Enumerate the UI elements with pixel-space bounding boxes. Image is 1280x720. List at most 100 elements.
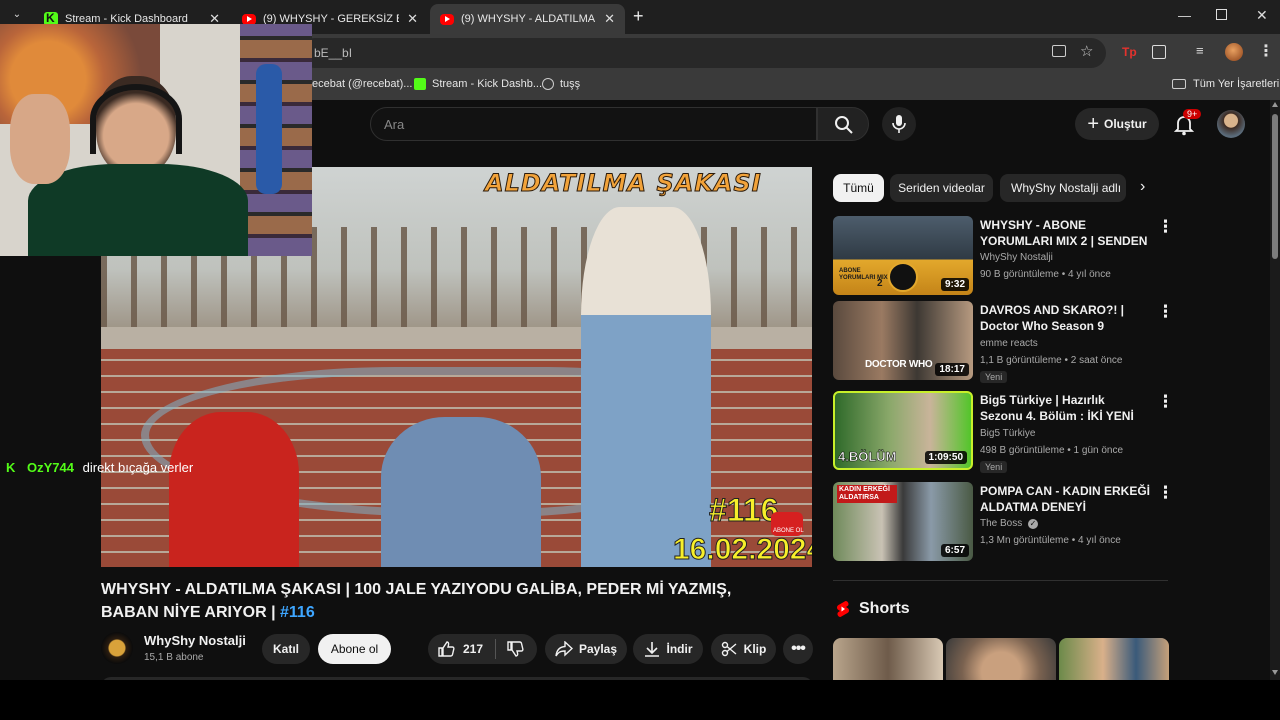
create-label: Oluştur <box>1104 117 1147 131</box>
install-app-icon[interactable] <box>1052 45 1066 57</box>
dislike-button[interactable] <box>506 640 524 658</box>
webcam-overlay <box>0 24 312 256</box>
thumbs-down-icon <box>507 641 524 657</box>
new-tab-button[interactable]: + <box>633 6 644 27</box>
recommendation-title[interactable]: WHYSHY - ABONE YORUMLARI MIX 2 | SENDEN … <box>980 217 1150 249</box>
omnibox[interactable]: bE__bI ☆ <box>300 38 1106 68</box>
short-thumbnail[interactable] <box>833 638 943 680</box>
maximize-button[interactable] <box>1216 9 1227 20</box>
kick-icon <box>414 78 426 90</box>
share-button[interactable]: Paylaş <box>545 634 627 664</box>
more-actions-button[interactable]: ••• <box>783 634 813 664</box>
new-badge: Yeni <box>980 461 1008 473</box>
download-button[interactable]: İndir <box>633 634 703 664</box>
search-placeholder: Ara <box>384 117 405 132</box>
page-scrollbar[interactable] <box>1270 100 1280 680</box>
extension-tp-icon[interactable]: Tp <box>1122 45 1137 59</box>
short-thumbnail[interactable] <box>1059 638 1169 680</box>
subscribe-button[interactable]: Abone ol <box>318 634 391 664</box>
bookmark-label: ecebat (@recebat)... <box>312 78 413 90</box>
recommendation-channel[interactable]: Big5 Türkiye <box>980 426 1035 442</box>
video-duration: 9:32 <box>940 278 969 291</box>
recommendation-title[interactable]: DAVROS AND SKARO?! | Doctor Who Season 9… <box>980 302 1150 334</box>
profile-avatar-icon[interactable] <box>1225 43 1243 61</box>
recommendation-item[interactable]: ABONE YORUMLARI MIX 2 9:32 WHYSHY - ABON… <box>833 216 1174 296</box>
short-thumbnail[interactable] <box>946 638 1056 680</box>
thumbs-up-icon <box>438 641 455 657</box>
bookmark-kick-dashboard[interactable]: Stream - Kick Dashb... <box>414 78 542 90</box>
chat-username: OzY744 <box>27 460 74 475</box>
notification-count-badge: 9+ <box>1183 109 1202 119</box>
scrollbar-thumb[interactable] <box>1272 114 1278 259</box>
account-avatar[interactable] <box>1217 110 1245 138</box>
search-box[interactable]: Ara <box>370 107 817 141</box>
scroll-down-arrow[interactable] <box>1272 670 1278 675</box>
recommendation-item[interactable]: KADIN ERKEĞİ ALDATIRSA 6:57 POMPA CAN - … <box>833 482 1174 562</box>
channel-avatar[interactable] <box>101 632 133 664</box>
streamer-hand <box>10 94 70 184</box>
recommendation-item[interactable]: DOCTOR WHO 18:17 DAVROS AND SKARO?! | Do… <box>833 301 1174 386</box>
minimize-button[interactable]: — <box>1178 8 1191 23</box>
channel-name: The Boss <box>980 518 1023 529</box>
recommendation-channel[interactable]: emme reacts <box>980 336 1038 352</box>
close-tab-icon[interactable]: ✕ <box>407 11 418 27</box>
recommendation-title[interactable]: Big5 Türkiye | Hazırlık Sezonu 4. Bölüm … <box>980 392 1150 424</box>
scissors-icon <box>721 641 737 657</box>
person-standing <box>581 207 711 567</box>
video-thumbnail[interactable]: ABONE YORUMLARI MIX 2 9:32 <box>833 216 973 295</box>
more-options-icon[interactable] <box>1157 483 1174 503</box>
clip-button[interactable]: Klip <box>711 634 776 664</box>
extensions-puzzle-icon[interactable] <box>1152 45 1166 59</box>
notifications-button[interactable]: 9+ <box>1172 109 1202 136</box>
more-options-icon[interactable] <box>1157 217 1174 237</box>
tab-list-button[interactable]: ⌄ <box>8 9 26 25</box>
video-thumbnail[interactable]: KADIN ERKEĞİ ALDATIRSA 6:57 <box>833 482 973 561</box>
recommendation-title[interactable]: POMPA CAN - KADIN ERKEĞİ ALDATMA DENEYİ <box>980 483 1150 515</box>
create-button[interactable]: + Oluştur <box>1075 108 1159 140</box>
chip-all[interactable]: Tümü <box>833 174 884 202</box>
youtube-icon <box>440 13 454 25</box>
scroll-up-arrow[interactable] <box>1272 102 1278 107</box>
video-hashtag-link[interactable]: #116 <box>280 604 315 621</box>
tab-whyshy-aldatilma[interactable]: (9) WHYSHY - ALDATILMA ŞAKA ✕ <box>430 4 625 34</box>
video-title: WHYSHY - ALDATILMA ŞAKASI | 100 JALE YAZ… <box>101 578 791 624</box>
like-dislike-group: 217 <box>428 634 537 664</box>
close-window-button[interactable]: ✕ <box>1256 7 1268 24</box>
more-options-icon[interactable] <box>1157 302 1174 322</box>
chips-next-icon[interactable]: › <box>1140 178 1145 196</box>
video-duration: 18:17 <box>935 363 969 376</box>
recommendation-channel[interactable]: The Boss ✓ <box>980 516 1039 532</box>
chip-channel[interactable]: WhyShy Nostalji adlı <box>1000 174 1126 202</box>
recommendation-item[interactable]: 4.BÖLÜM 1:09:50 Big5 Türkiye | Hazırlık … <box>833 391 1174 476</box>
folder-icon <box>1172 79 1186 89</box>
guitar <box>256 64 282 194</box>
subscriber-count: 15,1 B abone <box>144 652 204 663</box>
all-bookmarks-button[interactable]: Tüm Yer İşaretleri <box>1172 78 1279 90</box>
person-denim-jacket <box>381 417 541 567</box>
kick-icon: K <box>6 460 16 475</box>
join-button[interactable]: Katıl <box>262 634 310 664</box>
like-button[interactable]: 217 <box>428 640 483 658</box>
download-icon <box>644 642 659 657</box>
browser-menu-icon[interactable]: ⋮ <box>1258 41 1274 61</box>
thumb-caption: KADIN ERKEĞİ ALDATIRSA <box>837 485 897 503</box>
bookmark-label: Stream - Kick Dashb... <box>432 78 543 90</box>
bookmark-tuss[interactable]: tuşş <box>542 78 580 90</box>
shorts-title: Shorts <box>859 600 910 617</box>
shorts-header: Shorts <box>836 600 910 618</box>
more-options-icon[interactable] <box>1157 392 1174 412</box>
media-control-icon[interactable]: ≡ <box>1196 43 1204 58</box>
channel-name[interactable]: WhyShy Nostalji <box>144 633 246 648</box>
bookmark-label: tuşş <box>560 78 581 90</box>
video-thumbnail[interactable]: 4.BÖLÜM 1:09:50 <box>833 391 973 470</box>
video-thumbnail[interactable]: DOCTOR WHO 18:17 <box>833 301 973 380</box>
bookmark-recebat[interactable]: ecebat (@recebat)... <box>312 78 412 90</box>
bookmark-star-icon[interactable]: ☆ <box>1080 42 1093 60</box>
tab-title: (9) WHYSHY - ALDATILMA ŞAKA <box>461 13 596 25</box>
overlay-date: 16.02.2024 <box>672 533 812 567</box>
close-tab-icon[interactable]: ✕ <box>604 11 615 27</box>
search-button[interactable] <box>817 107 869 141</box>
recommendation-channel[interactable]: WhyShy Nostalji <box>980 250 1053 266</box>
voice-search-button[interactable] <box>882 107 916 141</box>
chip-series[interactable]: Seriden videolar <box>890 174 993 202</box>
